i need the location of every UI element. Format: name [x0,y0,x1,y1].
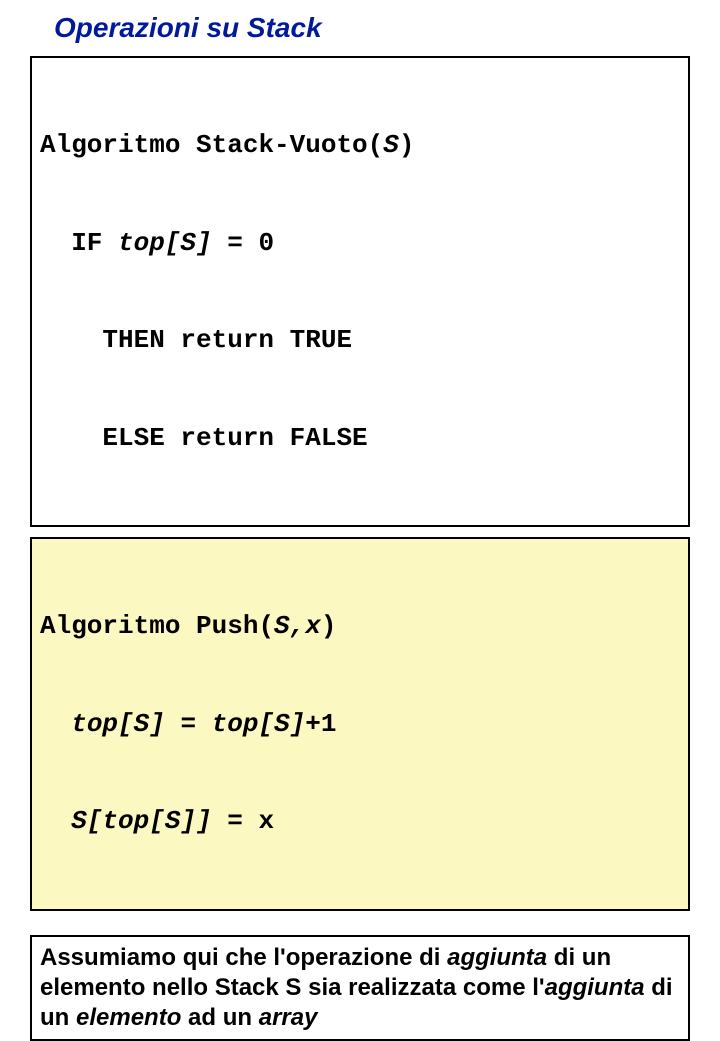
note-box: Assumiamo qui che l'operazione di aggiun… [30,935,690,1041]
text: ad un [181,1004,258,1031]
text: = [165,709,212,739]
text-italic: top[S] [118,228,212,258]
text: = x [212,806,274,836]
text: ) [399,130,415,160]
text: Algoritmo [40,611,196,641]
text-italic: top[S] [71,709,165,739]
code-line: top[S] = top[S]+1 [40,708,680,741]
code-line: THEN return TRUE [40,324,680,357]
text: IF [40,228,118,258]
text: = 0 [212,228,274,258]
text: ) [321,611,337,641]
text-italic: S[top[S]] [71,806,211,836]
text-italic: aggiunta [545,974,645,1001]
algo-name: Push( [196,611,274,641]
slide: Operazioni su Stack Algoritmo Stack-Vuot… [0,0,720,540]
algo-name: Stack-Vuoto( [196,130,383,160]
code-line: Algoritmo Push(S,x) [40,610,680,643]
text-italic: top[S] [212,709,306,739]
text: Assumiamo qui che l'operazione di [40,944,447,971]
text: Algoritmo [40,130,196,160]
text-italic: array [259,1004,318,1031]
algorithm-stack-empty: Algoritmo Stack-Vuoto(S) IF top[S] = 0 T… [30,56,690,527]
text-italic: aggiunta [447,944,547,971]
slide-title: Operazioni su Stack [54,12,702,44]
text: +1 [305,709,336,739]
text [40,709,71,739]
code-line: Algoritmo Stack-Vuoto(S) [40,129,680,162]
algorithm-push: Algoritmo Push(S,x) top[S] = top[S]+1 S[… [30,537,690,911]
code-line: ELSE return FALSE [40,422,680,455]
text [40,806,71,836]
algo-param: S [383,130,399,160]
text-italic: elemento [76,1004,181,1031]
code-line: S[top[S]] = x [40,805,680,838]
code-line: IF top[S] = 0 [40,227,680,260]
spacer [18,921,702,935]
algo-param: S,x [274,611,321,641]
